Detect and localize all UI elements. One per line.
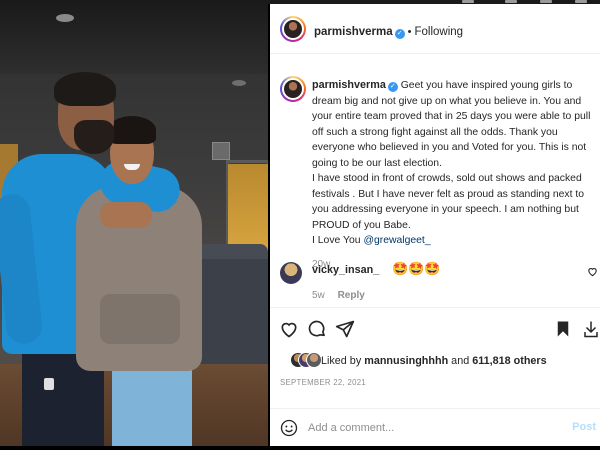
comment-heart-icon[interactable] — [587, 266, 598, 280]
download-icon[interactable] — [580, 318, 600, 340]
image-man-beard — [74, 120, 114, 154]
likes-user[interactable]: mannusinghhhh — [364, 355, 448, 367]
comment-icon[interactable] — [306, 318, 328, 340]
comment-item: vicky_insan_ 🤩🤩🤩 5w Reply — [280, 260, 600, 310]
likes-text: Liked by mannusinghhhh and 611,818 other… — [321, 355, 547, 367]
image-man-hair — [54, 72, 116, 106]
top-indicator — [540, 0, 552, 3]
reply-button[interactable]: Reply — [338, 290, 365, 301]
comment-input[interactable] — [308, 418, 548, 438]
image-watch — [44, 378, 54, 390]
separator-dot: • — [407, 26, 412, 38]
save-icon[interactable] — [552, 318, 574, 340]
post-button[interactable]: Post — [572, 421, 596, 433]
comment-time[interactable]: 5w — [312, 290, 325, 301]
top-indicator — [505, 0, 517, 3]
caption-text: I have stood in front of crowds, sold ou… — [312, 173, 585, 231]
caption-username[interactable]: parmishverma — [312, 79, 386, 91]
header-user-line: parmishverma ✓ • Following — [314, 22, 463, 40]
image-woman-hands — [100, 202, 152, 228]
image-woman-jeans — [112, 364, 192, 446]
header-username[interactable]: parmishverma — [314, 26, 393, 38]
likes-middle: and — [448, 355, 473, 367]
image-woman-hair — [108, 116, 156, 144]
likes-summary: Liked by mannusinghhhh and 611,818 other… — [280, 352, 600, 372]
share-icon[interactable] — [334, 318, 356, 340]
top-indicator — [575, 0, 587, 3]
action-bar — [270, 307, 600, 351]
image-hoodie-pocket — [100, 294, 180, 344]
comment-text: 🤩🤩🤩 — [392, 261, 441, 276]
liker-avatar[interactable] — [306, 352, 322, 368]
heart-icon[interactable] — [278, 318, 300, 340]
add-comment-bar: Post — [270, 408, 600, 446]
image-ceiling-light — [232, 80, 246, 86]
top-indicator — [462, 0, 474, 3]
image-ceiling — [0, 4, 268, 74]
likes-prefix: Liked by — [321, 355, 365, 367]
post-caption: parmishverma ✓ Geet you have inspired you… — [312, 78, 600, 272]
caption-text: I Love You — [312, 235, 364, 246]
following-button[interactable]: Following — [414, 26, 463, 38]
verified-icon: ✓ — [394, 29, 405, 39]
post-date[interactable]: SEPTEMBER 22, 2021 — [280, 378, 366, 387]
emoji-icon[interactable] — [280, 419, 298, 437]
post-header: parmishverma ✓ • Following — [270, 4, 600, 54]
image-wall-vent — [212, 142, 230, 160]
verified-icon: ✓ — [387, 82, 398, 92]
caption-avatar[interactable] — [280, 76, 306, 102]
image-ceiling-light — [56, 14, 74, 22]
post-panel: parmishverma ✓ • Following parmishverma ✓ Ge… — [270, 4, 600, 446]
header-avatar[interactable] — [280, 16, 306, 42]
caption-text: Geet you have inspired young girls to dr… — [312, 80, 591, 169]
likes-count[interactable]: 611,818 others — [472, 355, 546, 367]
post-image[interactable] — [0, 4, 268, 446]
mention-link[interactable]: @grewalgeet_ — [363, 235, 430, 246]
comment-username[interactable]: vicky_insan_ — [312, 264, 379, 276]
comment-meta: 5w Reply — [312, 290, 365, 301]
bottom-strip — [0, 446, 600, 450]
comment-avatar[interactable] — [280, 262, 302, 284]
